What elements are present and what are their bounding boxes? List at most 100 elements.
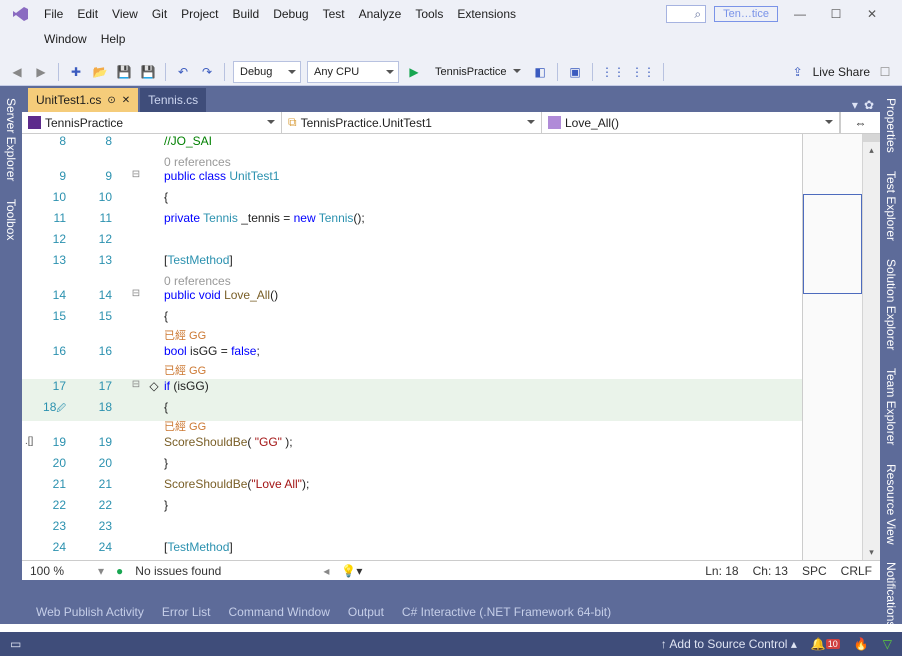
zoom-level[interactable]: 100 %	[30, 564, 86, 578]
tb-btn-3[interactable]: ⋮⋮	[631, 62, 655, 82]
navigation-bar: TennisPractice ⧉ TennisPractice.UnitTest…	[22, 112, 880, 134]
perf-icon[interactable]: 🔥	[854, 637, 869, 651]
outline-toggle[interactable]: ⊟	[128, 169, 144, 180]
menu-extensions[interactable]: Extensions	[457, 7, 516, 21]
document-tab-strip: UnitTest1.cs ⊙ ✕ Tennis.cs ▾ ✿	[22, 86, 880, 112]
issues-icon: ●	[116, 564, 123, 578]
right-tool-well: Properties Test Explorer Solution Explor…	[880, 86, 902, 624]
vs-logo-icon	[10, 4, 30, 24]
test-explorer-tab[interactable]: Test Explorer	[882, 167, 900, 245]
menu-file[interactable]: File	[44, 7, 63, 21]
menu-edit[interactable]: Edit	[77, 7, 98, 21]
minimize-button[interactable]: —	[786, 4, 814, 24]
tab-unittest1[interactable]: UnitTest1.cs ⊙ ✕	[28, 88, 138, 112]
menu-help[interactable]: Help	[101, 32, 126, 46]
shield-icon[interactable]: ▽	[883, 637, 892, 651]
tab-label: Tennis.cs	[148, 93, 198, 107]
editor-status-bar: 100 % ▾ ● No issues found ◂ 💡▾ Ln: 18 Ch…	[22, 560, 880, 580]
editor-wrap: UnitTest1.cs ⊙ ✕ Tennis.cs ▾ ✿ TennisPra…	[22, 86, 880, 624]
tab-output[interactable]: Output	[348, 605, 384, 619]
feedback-icon[interactable]: ☐	[876, 62, 894, 82]
margin-indicator: .[]	[25, 436, 33, 447]
split-button[interactable]: ⇔	[840, 112, 880, 133]
tab-settings-icon[interactable]: ✿	[864, 98, 874, 112]
close-window-button[interactable]: ✕	[858, 4, 886, 24]
tab-csharp-interactive[interactable]: C# Interactive (.NET Framework 64-bit)	[402, 605, 611, 619]
line-ending: CRLF	[841, 564, 872, 578]
menu-project[interactable]: Project	[181, 7, 218, 21]
lightbulb-icon[interactable]: 💡▾	[341, 564, 362, 578]
tb-btn-1[interactable]: ▣	[566, 62, 584, 82]
title-bar: File Edit View Git Project Build Debug T…	[0, 0, 902, 58]
csharp-project-icon	[28, 116, 41, 129]
search-box[interactable]: ⌕	[666, 5, 706, 23]
issues-text[interactable]: No issues found	[135, 564, 221, 578]
notifications-tab[interactable]: Notifications	[882, 558, 900, 631]
output-pane-icon[interactable]: ▭	[10, 637, 21, 651]
method-icon	[548, 116, 561, 129]
class-icon: ⧉	[288, 115, 297, 130]
server-explorer-tab[interactable]: Server Explorer	[2, 94, 20, 185]
run-target-dropdown[interactable]: TennisPractice	[429, 61, 525, 83]
team-explorer-tab[interactable]: Team Explorer	[882, 364, 900, 449]
back-button[interactable]: ◀	[8, 62, 26, 82]
search-icon: ⌕	[694, 7, 701, 22]
new-project-button[interactable]: ✚	[67, 62, 85, 82]
menu-tools[interactable]: Tools	[415, 7, 443, 21]
code-editor[interactable]: 88 //JO_SAI 0 references 99⊟ public clas…	[22, 134, 880, 560]
menu-git[interactable]: Git	[152, 7, 167, 21]
open-button[interactable]: 📂	[91, 62, 109, 82]
properties-tab[interactable]: Properties	[882, 94, 900, 157]
outline-toggle[interactable]: ⊟	[128, 379, 144, 390]
platform-dropdown[interactable]: Any CPU	[307, 61, 399, 83]
live-share-icon: ⇪	[789, 62, 807, 82]
toolbox-tab[interactable]: Toolbox	[2, 195, 20, 244]
menu-debug[interactable]: Debug	[273, 7, 308, 21]
save-all-button[interactable]: 💾	[139, 62, 157, 82]
tab-overflow-button[interactable]: ▾	[852, 98, 858, 112]
bottom-tool-tabs: Web Publish Activity Error List Command …	[22, 600, 880, 624]
live-share-button[interactable]: Live Share	[813, 65, 870, 79]
save-button[interactable]: 💾	[115, 62, 133, 82]
notifications-button[interactable]: 🔔10	[811, 637, 840, 651]
menu-window[interactable]: Window	[44, 32, 87, 46]
solution-explorer-tab[interactable]: Solution Explorer	[882, 255, 900, 354]
col-indicator: Ch: 13	[753, 564, 788, 578]
line-indicator: Ln: 18	[705, 564, 738, 578]
minimap[interactable]	[802, 134, 862, 560]
tab-label: UnitTest1.cs	[36, 93, 101, 107]
outline-toggle[interactable]: ⊟	[128, 288, 144, 299]
redo-button[interactable]: ↷	[198, 62, 216, 82]
vertical-scrollbar[interactable]: ▴ ▾	[862, 134, 880, 560]
insert-mode: SPC	[802, 564, 827, 578]
menu-build[interactable]: Build	[233, 7, 260, 21]
nav-prev[interactable]: ◂	[323, 564, 329, 578]
source-control-button[interactable]: ↑ Add to Source Control ▴	[661, 637, 797, 651]
nav-member-dropdown[interactable]: Love_All()	[542, 112, 840, 133]
breakpoint-glyph[interactable]: ◇	[144, 379, 164, 393]
close-tab-icon[interactable]: ✕	[122, 95, 130, 106]
pin-icon[interactable]: ⊙	[107, 95, 115, 106]
nav-project-dropdown[interactable]: TennisPractice	[22, 112, 282, 133]
ide-status-bar: ▭ ↑ Add to Source Control ▴ 🔔10 🔥 ▽	[0, 632, 902, 656]
start-button[interactable]: ▶	[405, 62, 423, 82]
nav-type-dropdown[interactable]: ⧉ TennisPractice.UnitTest1	[282, 112, 542, 133]
tab-command-window[interactable]: Command Window	[229, 605, 330, 619]
main-area: Server Explorer Toolbox UnitTest1.cs ⊙ ✕…	[0, 86, 902, 624]
menu-view[interactable]: View	[112, 7, 138, 21]
resource-view-tab[interactable]: Resource View	[882, 460, 900, 548]
tb-btn-2[interactable]: ⋮⋮	[601, 62, 625, 82]
debug-target-button[interactable]: ◧	[531, 62, 549, 82]
forward-button[interactable]: ▶	[32, 62, 50, 82]
tab-web-publish[interactable]: Web Publish Activity	[36, 605, 144, 619]
tab-tennis[interactable]: Tennis.cs	[140, 88, 206, 112]
menu-analyze[interactable]: Analyze	[359, 7, 402, 21]
maximize-button[interactable]: ☐	[822, 4, 850, 24]
undo-button[interactable]: ↶	[174, 62, 192, 82]
solution-name[interactable]: Ten…tice	[714, 6, 778, 22]
config-dropdown[interactable]: Debug	[233, 61, 301, 83]
left-tool-well: Server Explorer Toolbox	[0, 86, 22, 624]
menu-test[interactable]: Test	[323, 7, 345, 21]
tab-error-list[interactable]: Error List	[162, 605, 211, 619]
main-toolbar: ◀ ▶ ✚ 📂 💾 💾 ↶ ↷ Debug Any CPU ▶ TennisPr…	[0, 58, 902, 86]
